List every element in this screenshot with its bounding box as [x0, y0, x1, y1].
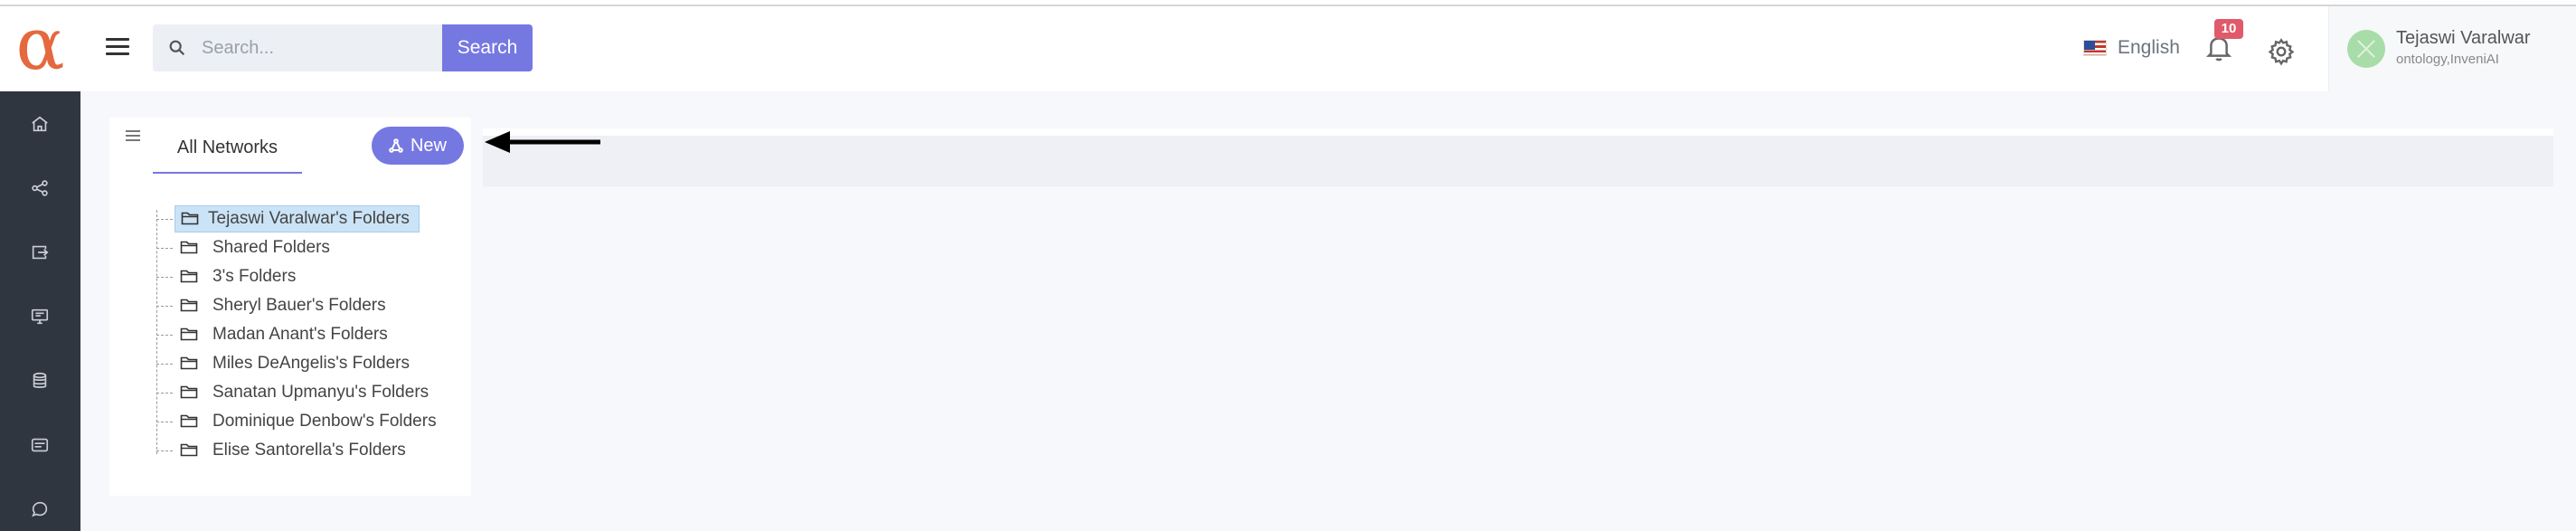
folder-icon [180, 327, 200, 343]
user-profile-menu[interactable]: Tejaswi Varalwar ontology,InveniAI [2328, 6, 2576, 91]
folder-tree-item[interactable]: Miles DeAngelis's Folders [155, 349, 462, 378]
folder-tree-item[interactable]: Tejaswi Varalwar's Folders [155, 204, 462, 233]
app-logo[interactable]: α [0, 6, 80, 91]
folder-tree-item[interactable]: Sanatan Upmanyu's Folders [155, 378, 462, 407]
tree-connector [156, 363, 173, 365]
tab-all-networks-label: All Networks [176, 137, 278, 157]
hamburger-menu-icon[interactable] [106, 33, 137, 64]
language-label: English [2118, 37, 2180, 58]
tree-connector [156, 334, 173, 336]
us-flag-icon [2083, 40, 2107, 56]
folder-row: Elise Santorella's Folders [180, 438, 411, 463]
window-top-border [0, 0, 2576, 6]
folder-label: Shared Folders [212, 238, 330, 257]
folder-row: Madan Anant's Folders [180, 322, 393, 347]
tree-connector [156, 276, 173, 278]
folder-icon [181, 211, 201, 227]
avatar [2347, 30, 2385, 68]
chat-icon[interactable] [25, 495, 54, 524]
folder-icon [180, 298, 200, 314]
selected-highlight: Tejaswi Varalwar's Folders [175, 205, 420, 232]
folder-row: Sheryl Bauer's Folders [180, 293, 392, 318]
network-icon [389, 138, 403, 153]
network-content-area [483, 128, 2553, 186]
folder-row: Miles DeAngelis's Folders [180, 351, 415, 376]
tree-connector [156, 450, 173, 451]
new-button-label: New [410, 135, 447, 156]
search-icon [169, 40, 185, 56]
folder-row: Dominique Denbow's Folders [180, 409, 442, 434]
folder-label: Sheryl Bauer's Folders [212, 296, 386, 315]
folder-label: Miles DeAngelis's Folders [212, 354, 410, 373]
folder-tree-item[interactable]: Elise Santorella's Folders [155, 436, 462, 465]
folder-tree-item[interactable]: Sheryl Bauer's Folders [155, 291, 462, 320]
search-button[interactable]: Search [442, 24, 533, 71]
folder-label: Elise Santorella's Folders [212, 441, 406, 460]
user-name: Tejaswi Varalwar [2396, 28, 2531, 48]
notification-bell-icon[interactable] [2205, 33, 2241, 70]
notification-count-badge: 10 [2214, 19, 2243, 39]
search-input[interactable] [202, 37, 428, 59]
home-icon[interactable] [25, 109, 54, 138]
share-icon[interactable] [25, 174, 54, 203]
folder-tree: Tejaswi Varalwar's Folders Shared Folders… [155, 204, 462, 465]
alpha-logo-glyph: α [15, 2, 65, 86]
folder-row: 3's Folders [180, 264, 301, 289]
folder-tree-item[interactable]: Dominique Denbow's Folders [155, 407, 462, 436]
folder-icon [180, 384, 200, 401]
folder-label: 3's Folders [212, 267, 297, 286]
top-header: Search English 10 Tejaswi Varalwar ontol… [80, 6, 2576, 91]
folder-row: Shared Folders [180, 235, 335, 261]
left-sidebar: α [0, 6, 80, 531]
search-box [153, 24, 442, 71]
new-network-button[interactable]: New [372, 127, 464, 165]
folder-label: Madan Anant's Folders [212, 325, 388, 344]
folder-icon [180, 269, 200, 285]
folder-label: Dominique Denbow's Folders [212, 412, 437, 431]
export-icon[interactable] [25, 238, 54, 267]
networks-panel: All Networks New Tejaswi Varalwar's Fold… [109, 118, 471, 496]
tree-connector [156, 218, 173, 220]
folder-tree-item[interactable]: 3's Folders [155, 262, 462, 291]
panel-menu-icon[interactable] [126, 130, 142, 143]
folder-label: Sanatan Upmanyu's Folders [212, 383, 429, 402]
folder-row: Sanatan Upmanyu's Folders [180, 380, 434, 405]
folder-icon [180, 442, 200, 459]
tree-connector [156, 305, 173, 307]
folder-tree-item[interactable]: Madan Anant's Folders [155, 320, 462, 349]
user-organization: ontology,InveniAI [2396, 52, 2499, 67]
folder-icon [180, 240, 200, 256]
tab-all-networks[interactable]: All Networks [153, 130, 302, 174]
database-icon[interactable] [25, 366, 54, 395]
annotation-arrow [485, 131, 600, 153]
folder-label: Tejaswi Varalwar's Folders [208, 209, 410, 228]
language-selector[interactable]: English [2083, 37, 2180, 59]
monitor-icon[interactable] [25, 302, 54, 331]
tree-connector [156, 392, 173, 394]
folder-icon [180, 413, 200, 430]
message-card-icon[interactable] [25, 431, 54, 460]
tree-connector [156, 247, 173, 249]
folder-icon [180, 356, 200, 372]
folder-tree-item[interactable]: Shared Folders [155, 233, 462, 262]
settings-gear-icon[interactable] [2267, 37, 2298, 68]
